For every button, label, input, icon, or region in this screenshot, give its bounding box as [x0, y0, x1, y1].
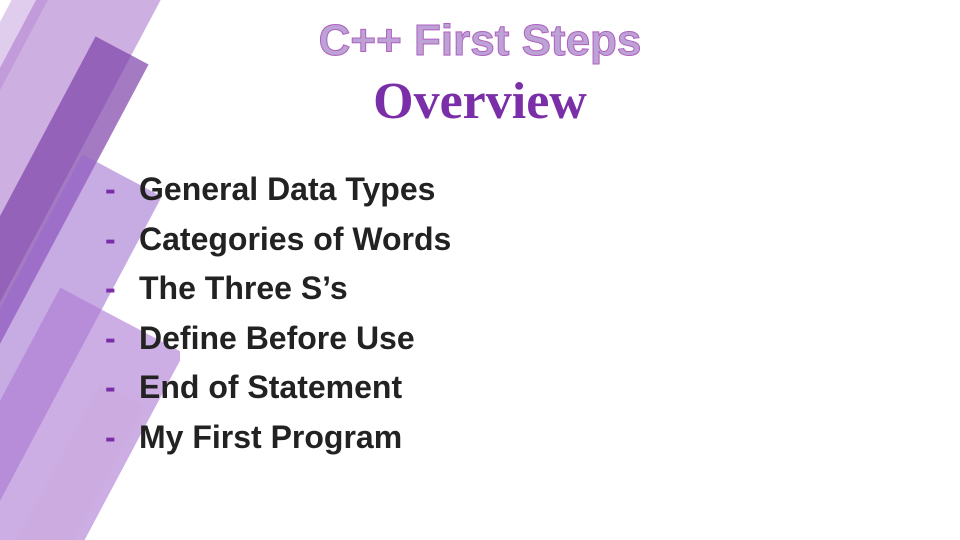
hyphen-icon: - — [105, 264, 139, 314]
hyphen-icon: - — [105, 413, 139, 463]
list-item-label: The Three S’s — [139, 264, 348, 314]
list-item-label: End of Statement — [139, 363, 402, 413]
list-item-label: General Data Types — [139, 165, 435, 215]
list-item: - Categories of Words — [105, 215, 451, 265]
list-item: - General Data Types — [105, 165, 451, 215]
bullet-list: - General Data Types - Categories of Wor… — [105, 165, 451, 463]
hyphen-icon: - — [105, 314, 139, 364]
list-item: - Define Before Use — [105, 314, 451, 364]
list-item: - My First Program — [105, 413, 451, 463]
slide-subtitle: Overview — [0, 72, 960, 131]
list-item-label: Define Before Use — [139, 314, 415, 364]
list-item: - The Three S’s — [105, 264, 451, 314]
hyphen-icon: - — [105, 363, 139, 413]
hyphen-icon: - — [105, 165, 139, 215]
hyphen-icon: - — [105, 215, 139, 265]
list-item-label: Categories of Words — [139, 215, 451, 265]
slide-title: C++ First Steps — [0, 16, 960, 66]
list-item-label: My First Program — [139, 413, 402, 463]
list-item: - End of Statement — [105, 363, 451, 413]
